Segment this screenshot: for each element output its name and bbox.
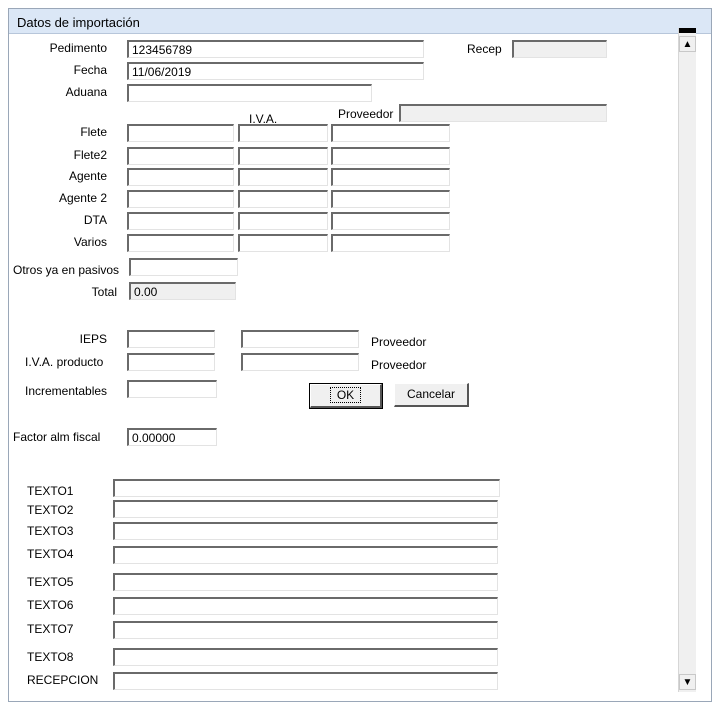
texto-label: TEXTO3 [27,524,74,538]
varios-amount-field[interactable] [127,234,234,252]
incrementables-label: Incrementables [25,384,108,398]
cost-row-label: Agente [68,169,107,183]
texto-label: TEXTO2 [27,503,74,517]
texto-label: TEXTO6 [27,598,74,612]
texto-label: TEXTO8 [27,650,74,664]
total-label: Total [91,285,117,299]
ok-button[interactable]: OK [309,383,383,409]
agente-proveedor-field[interactable] [331,168,450,186]
iva-producto-field[interactable] [127,353,215,371]
flete2-amount-field[interactable] [127,147,234,165]
aduana-label: Aduana [65,85,107,99]
cost-row-label: Flete2 [73,148,107,162]
flete-iva-field[interactable] [238,124,328,142]
cost-row-label: Agente 2 [58,191,107,205]
cost-row-label: Varios [73,235,107,249]
flete-amount-field[interactable] [127,124,234,142]
texto-label: TEXTO7 [27,622,74,636]
cancel-button[interactable]: Cancelar [394,383,469,407]
window-title: Datos de importación [17,15,140,30]
ieps-proveedor-label: Proveedor [371,335,427,349]
cost-row-label: Flete [80,125,107,139]
agente-iva-field[interactable] [238,168,328,186]
texto8-field[interactable] [113,648,498,666]
texto-label: TEXTO1 [27,484,74,498]
scrollbar-thumb[interactable] [679,28,696,33]
otros-pasivos-label: Otros ya en pasivos [13,263,120,277]
agente2-amount-field[interactable] [127,190,234,208]
texto5-field[interactable] [113,573,498,591]
recepcion-label: RECEPCION [27,673,99,687]
agente2-iva-field[interactable] [238,190,328,208]
flete-proveedor-field[interactable] [331,124,450,142]
dta-proveedor-field[interactable] [331,212,450,230]
dta-amount-field[interactable] [127,212,234,230]
recep-field[interactable] [512,40,607,58]
ieps-proveedor-field[interactable] [241,330,359,348]
dta-iva-field[interactable] [238,212,328,230]
texto1-field[interactable] [113,479,500,497]
aduana-field[interactable] [127,84,372,102]
factor-label: Factor alm fiscal [13,430,101,444]
varios-iva-field[interactable] [238,234,328,252]
proveedor-field[interactable] [399,104,607,122]
flete2-iva-field[interactable] [238,147,328,165]
arrow-up-icon[interactable]: ▲ [679,36,696,52]
title-bar: Datos de importación [9,9,711,34]
texto4-field[interactable] [113,546,498,564]
cost-row-label: DTA [83,213,107,227]
agente-amount-field[interactable] [127,168,234,186]
agente2-proveedor-field[interactable] [331,190,450,208]
iva-producto-label: I.V.A. producto [25,355,104,369]
ieps-label: IEPS [79,332,107,346]
pedimento-field[interactable]: 123456789 [127,40,424,58]
factor-field[interactable]: 0.00000 [127,428,217,446]
arrow-down-icon[interactable]: ▼ [679,674,696,690]
texto2-field[interactable] [113,500,498,518]
flete2-proveedor-field[interactable] [331,147,450,165]
texto-label: TEXTO4 [27,547,74,561]
vertical-scrollbar[interactable]: ▲ ▼ [678,28,696,692]
ieps-field[interactable] [127,330,215,348]
texto-label: TEXTO5 [27,575,74,589]
varios-proveedor-field[interactable] [331,234,450,252]
recep-label: Recep [467,42,502,56]
otros-pasivos-field[interactable] [129,258,238,276]
total-field: 0.00 [129,282,236,300]
texto6-field[interactable] [113,597,498,615]
recepcion-field[interactable] [113,672,498,690]
texto3-field[interactable] [113,522,498,540]
iva-producto-proveedor-field[interactable] [241,353,359,371]
fecha-label: Fecha [73,63,107,77]
proveedor-label: Proveedor [338,107,394,121]
incrementables-field[interactable] [127,380,217,398]
fecha-field[interactable]: 11/06/2019 [127,62,424,80]
iva-producto-proveedor-label: Proveedor [371,358,427,372]
ok-button-label: OK [329,387,362,403]
texto7-field[interactable] [113,621,498,639]
pedimento-label: Pedimento [49,41,107,55]
